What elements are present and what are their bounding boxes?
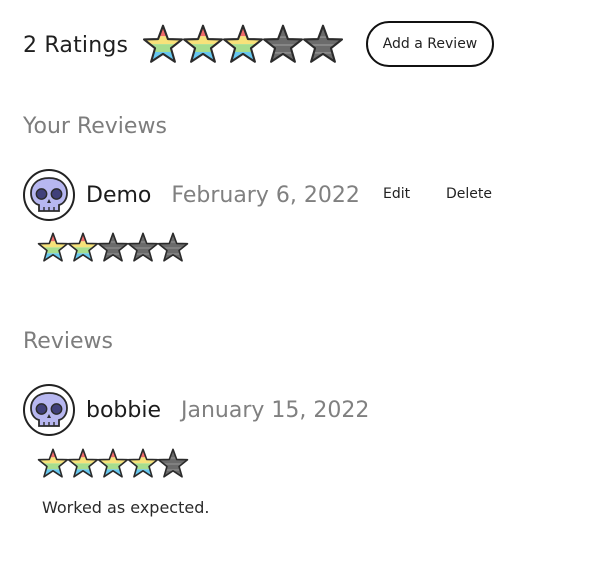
edit-review-link[interactable]: Edit	[383, 186, 410, 202]
star-filled-icon	[97, 448, 129, 480]
star-filled-icon	[37, 448, 69, 480]
star-empty-icon	[157, 448, 189, 480]
review-date: January 15, 2022	[181, 397, 370, 423]
star-empty-icon	[127, 232, 159, 264]
star-filled-icon	[67, 232, 99, 264]
review-username: bobbie	[86, 397, 162, 423]
star-filled-icon	[142, 24, 184, 66]
add-review-button[interactable]: Add a Review	[366, 21, 494, 67]
your-review-header: Demo February 6, 2022	[23, 169, 360, 221]
star-empty-icon	[262, 24, 304, 66]
average-rating-stars	[142, 24, 344, 66]
delete-review-link[interactable]: Delete	[446, 186, 492, 202]
star-filled-icon	[182, 24, 224, 66]
star-empty-icon	[302, 24, 344, 66]
review-stars	[37, 448, 189, 480]
reviews-heading: Reviews	[23, 329, 113, 354]
review-date: February 6, 2022	[171, 182, 360, 208]
star-empty-icon	[97, 232, 129, 264]
star-filled-icon	[37, 232, 69, 264]
skull-avatar-icon	[27, 388, 71, 432]
star-filled-icon	[127, 448, 159, 480]
star-empty-icon	[157, 232, 189, 264]
your-reviews-heading: Your Reviews	[23, 114, 167, 139]
reviews-page: 2 Ratings Add a Review Your Reviews Demo…	[0, 0, 592, 567]
avatar	[23, 384, 75, 436]
skull-avatar-icon	[27, 173, 71, 217]
your-review-stars	[37, 232, 189, 264]
review-header: bobbie January 15, 2022	[23, 384, 369, 436]
star-filled-icon	[222, 24, 264, 66]
avatar	[23, 169, 75, 221]
review-username: Demo	[86, 182, 152, 208]
ratings-summary: 2 Ratings	[23, 20, 344, 70]
ratings-count: 2 Ratings	[23, 32, 129, 58]
review-text: Worked as expected.	[42, 498, 210, 517]
star-filled-icon	[67, 448, 99, 480]
